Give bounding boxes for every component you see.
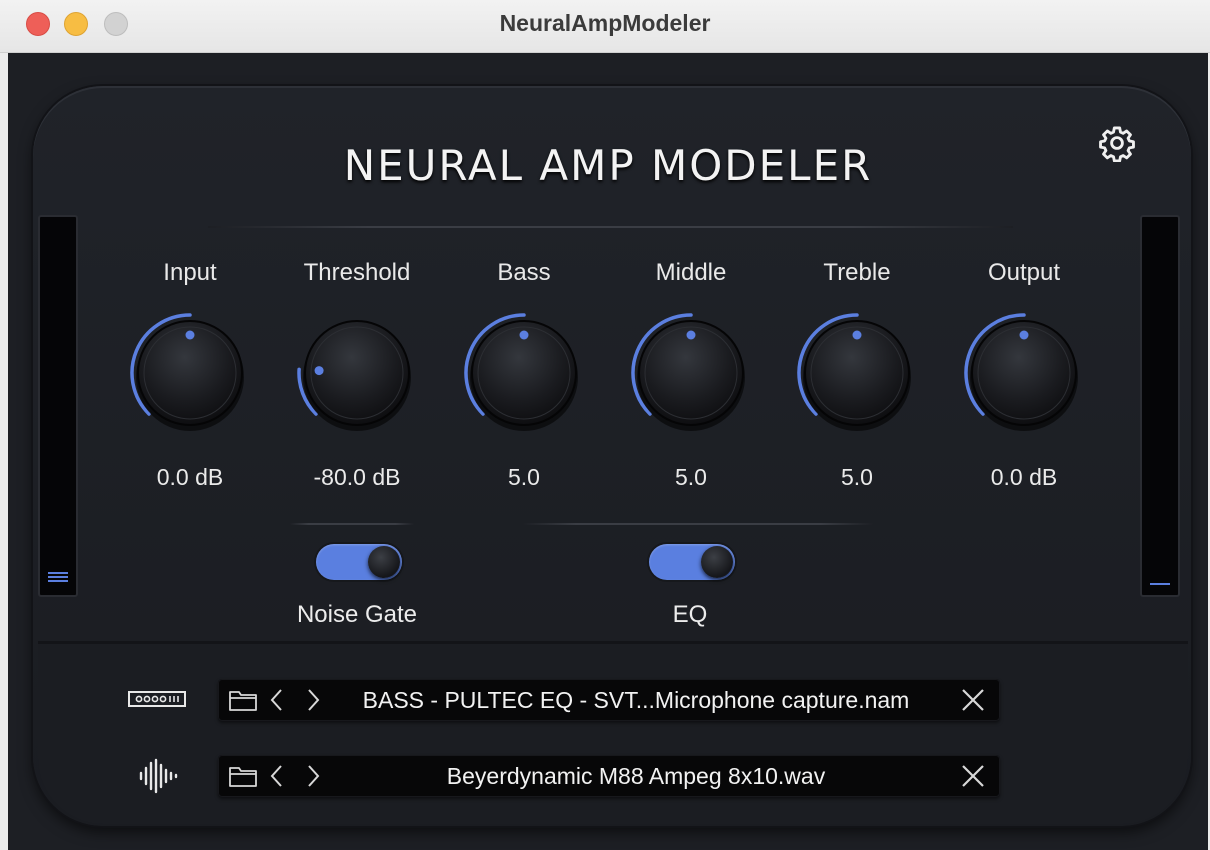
waveform-icon [139, 758, 178, 794]
knob-middle: Middle 5.0 [608, 258, 774, 491]
knob-label: Input [163, 259, 217, 286]
plugin-title: NEURAL AMP MODELER [343, 141, 873, 190]
close-icon[interactable] [958, 685, 988, 715]
knob-control[interactable] [125, 308, 255, 438]
knob-value: -80.0 dB [313, 464, 401, 490]
plugin-window: NEURAL AMP MODELER Input 0.0 dB Threshold -… [8, 53, 1208, 850]
eq-toggle[interactable] [649, 544, 735, 580]
gear-icon[interactable] [1098, 124, 1136, 162]
folder-icon[interactable] [228, 685, 258, 715]
knob-control[interactable] [292, 308, 422, 438]
knob-control[interactable] [626, 308, 756, 438]
knob-bass: Bass 5.0 [441, 258, 607, 491]
ir-file-selector: Beyerdynamic M88 Ampeg 8x10.wav [218, 755, 1000, 797]
noise-gate-divider [290, 523, 414, 525]
knob-label: Bass [497, 259, 551, 286]
knob-treble: Treble 5.0 [774, 258, 940, 491]
knob-value: 0.0 dB [990, 464, 1058, 490]
model-file-name[interactable]: BASS - PULTEC EQ - SVT...Microphone capt… [328, 679, 944, 721]
title-divider [208, 226, 1013, 228]
toggle-thumb [368, 546, 400, 578]
close-icon[interactable] [958, 761, 988, 791]
knob-indicator [185, 330, 195, 340]
knob-value: 5.0 [508, 464, 540, 490]
file-panel [38, 644, 1188, 824]
chevron-right-icon[interactable] [302, 761, 324, 791]
knob-value: 5.0 [841, 464, 873, 490]
knob-label: Treble [823, 259, 891, 286]
model-file-selector: BASS - PULTEC EQ - SVT...Microphone capt… [218, 679, 1000, 721]
amp-model-icon [128, 691, 186, 707]
output-level-meter [1140, 215, 1180, 597]
eq-label: EQ [672, 601, 708, 628]
knob-value: 5.0 [675, 464, 707, 490]
knob-control[interactable] [459, 308, 589, 438]
eq-divider [523, 523, 873, 525]
meter-level-mark [1150, 583, 1170, 585]
knob-input: Input 0.0 dB [107, 258, 273, 491]
knob-label: Threshold [303, 259, 411, 286]
knob-indicator [519, 330, 529, 340]
ir-file-name[interactable]: Beyerdynamic M88 Ampeg 8x10.wav [328, 755, 944, 797]
knob-value: 0.0 dB [156, 464, 224, 490]
folder-icon[interactable] [228, 761, 258, 791]
chevron-left-icon[interactable] [266, 761, 288, 791]
window-title: NeuralAmpModeler [499, 10, 711, 36]
knob-threshold: Threshold -80.0 dB [274, 258, 440, 491]
meter-level-mark [48, 572, 68, 574]
noise-gate-toggle[interactable] [316, 544, 402, 580]
chevron-left-icon[interactable] [266, 685, 288, 715]
chevron-right-icon[interactable] [302, 685, 324, 715]
knob-indicator [1019, 330, 1029, 340]
toggle-thumb [701, 546, 733, 578]
knob-control[interactable] [792, 308, 922, 438]
input-level-meter [38, 215, 78, 597]
knob-indicator [314, 366, 324, 376]
meter-level-mark [48, 576, 68, 578]
meter-level-mark [48, 580, 68, 582]
knob-label: Output [987, 259, 1061, 286]
knob-indicator [686, 330, 696, 340]
noise-gate-label: Noise Gate [296, 601, 418, 628]
knob-control[interactable] [959, 308, 1089, 438]
knob-label: Middle [655, 259, 727, 286]
knob-output: Output 0.0 dB [941, 258, 1107, 491]
title-bar: NeuralAmpModeler [0, 0, 1210, 53]
knob-indicator [852, 330, 862, 340]
